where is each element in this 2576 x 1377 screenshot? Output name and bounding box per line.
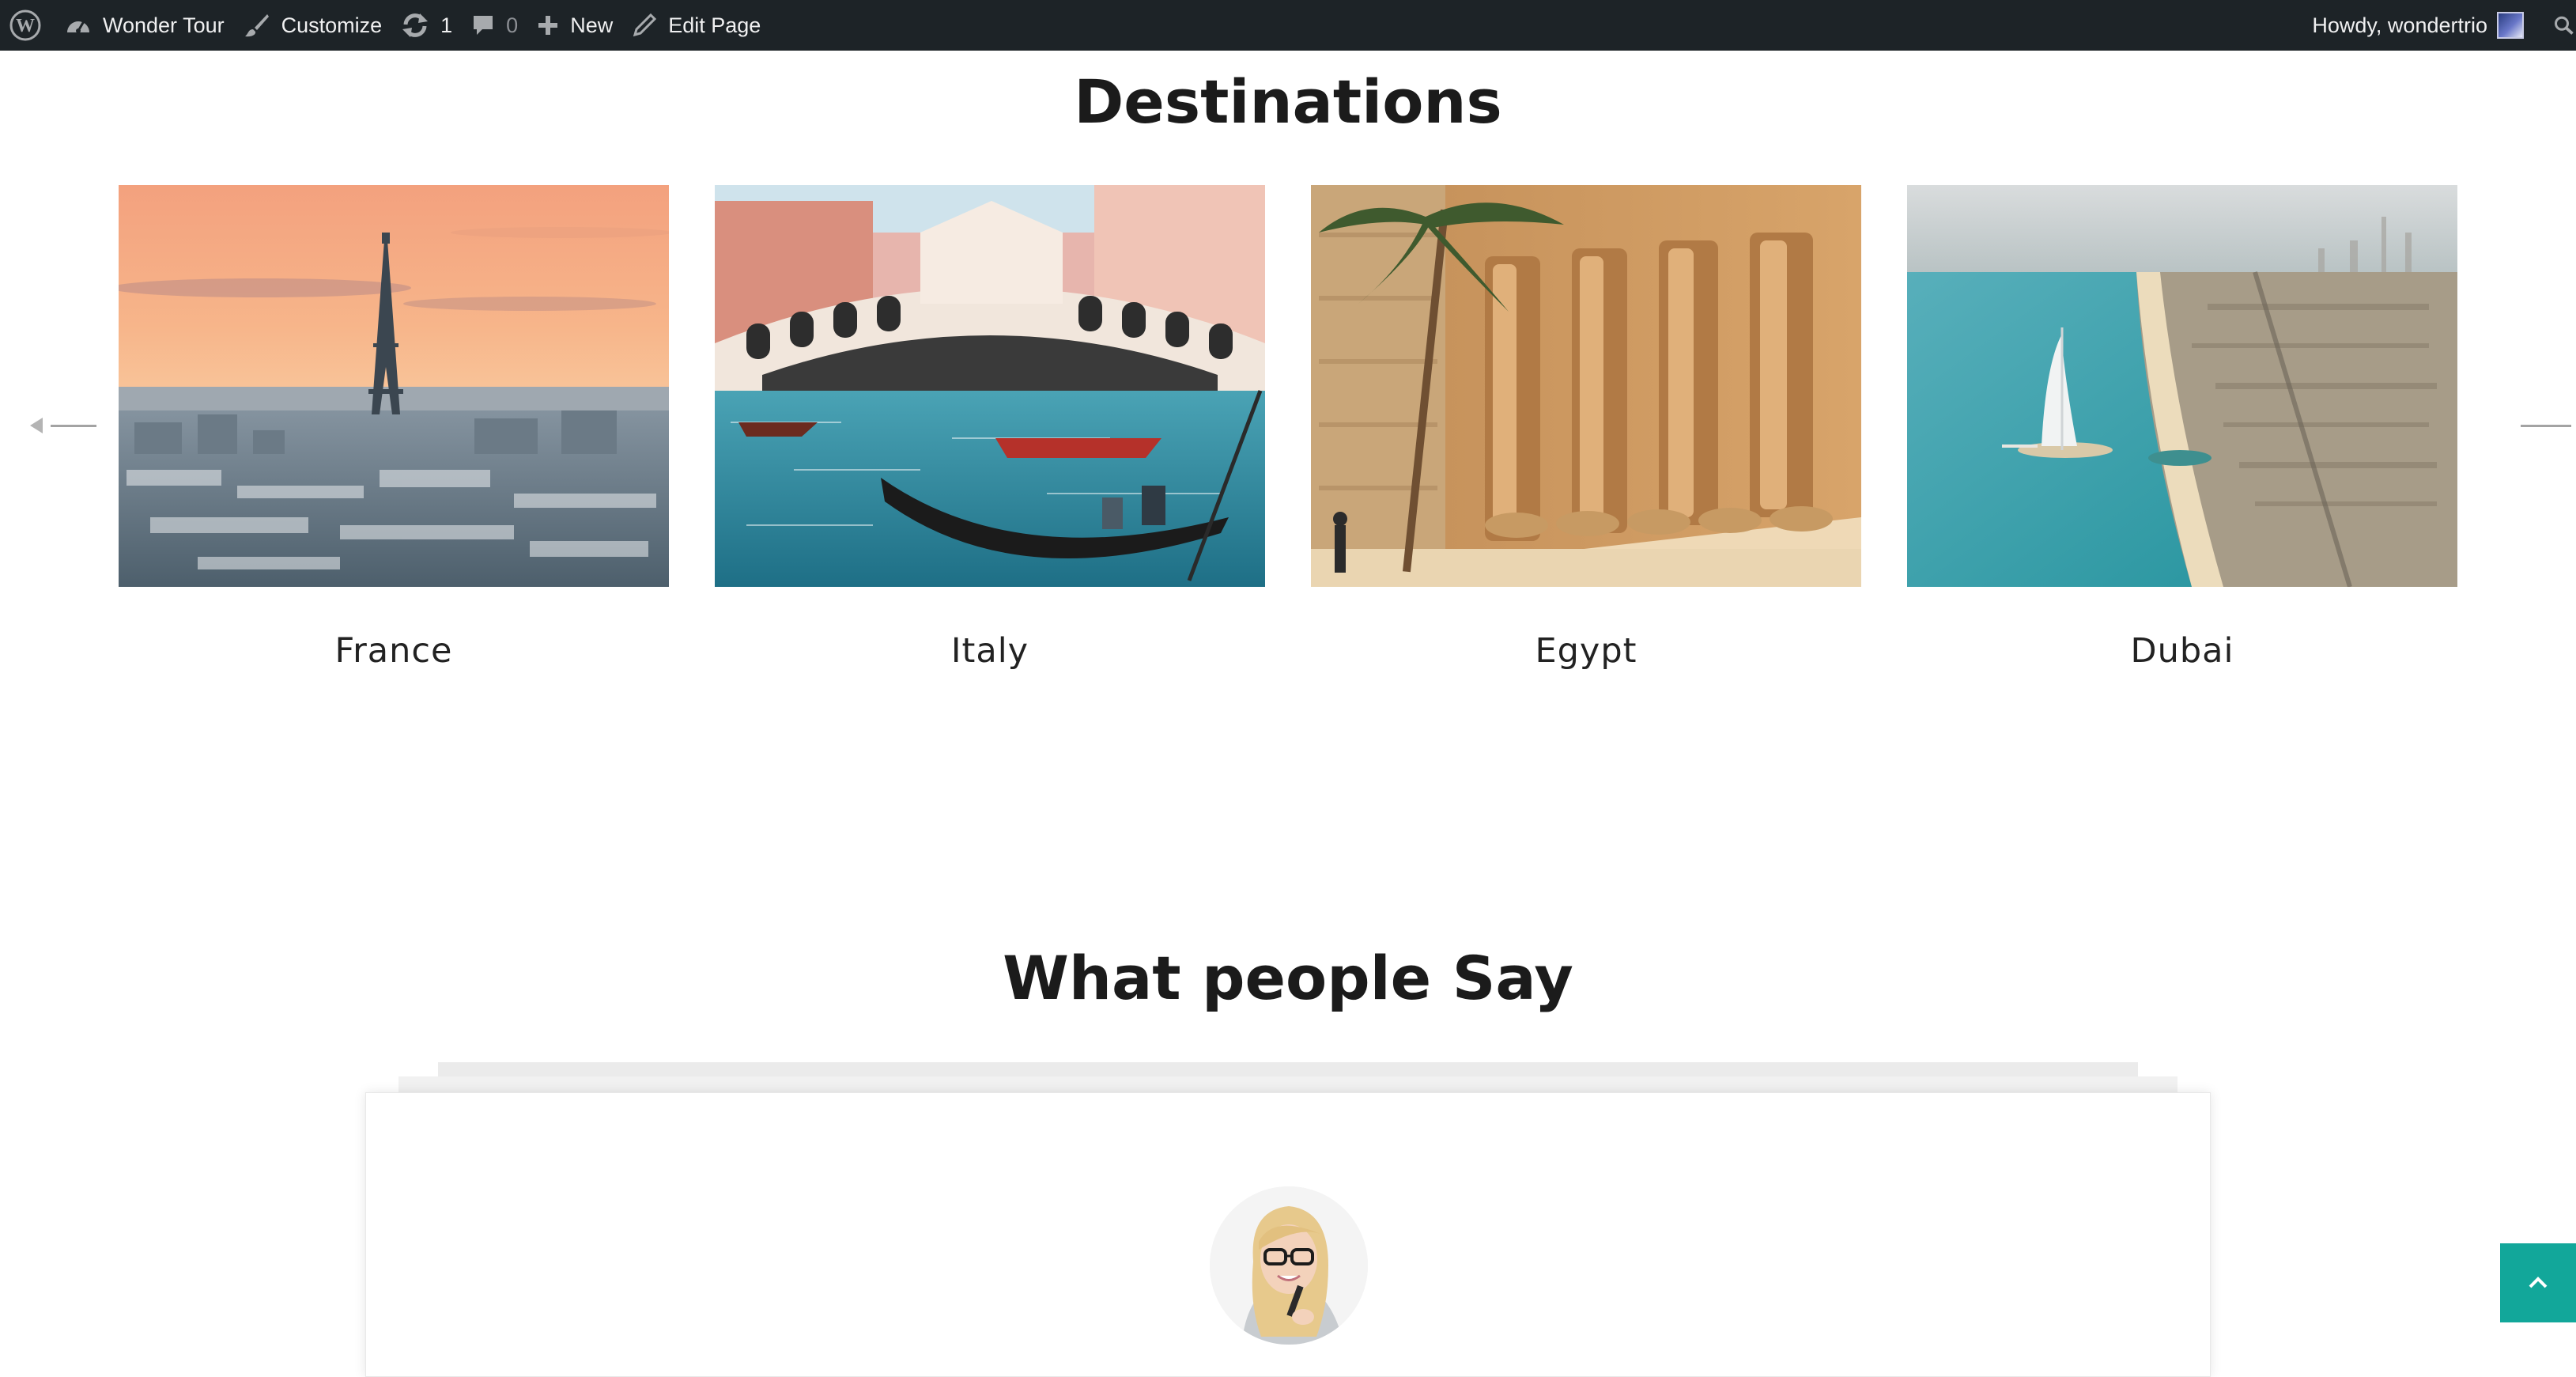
destinations-title: Destinations: [1074, 66, 1502, 137]
new-content-menu[interactable]: New: [527, 0, 622, 51]
destination-name[interactable]: France: [119, 631, 669, 671]
arrow-right-icon: [2521, 424, 2571, 427]
testimonials-title: What people Say: [1003, 943, 1573, 1013]
plus-icon: [538, 16, 558, 35]
testimonial-stack-middle: [398, 1076, 2178, 1092]
destination-name[interactable]: Italy: [715, 631, 1265, 671]
chevron-up-icon: [2529, 1277, 2548, 1288]
comment-icon: [474, 16, 493, 35]
comments-count: 0: [506, 13, 519, 37]
destination-image[interactable]: [1907, 185, 2457, 587]
destination-card-italy[interactable]: Italy: [715, 185, 1265, 671]
destination-name[interactable]: Egypt: [1311, 631, 1861, 671]
customize-menu[interactable]: Customize: [234, 0, 392, 51]
venice-photo: [715, 185, 1265, 587]
edit-page-menu[interactable]: Edit Page: [622, 0, 770, 51]
admin-bar: W Wonder Tour Customize 1 0 New Edit Pag…: [0, 0, 2576, 51]
updates-count: 1: [440, 13, 453, 37]
destination-image[interactable]: [119, 185, 669, 587]
wordpress-logo-icon: W: [9, 9, 41, 41]
karnak-photo: [1311, 185, 1861, 587]
dashboard-icon: [67, 21, 89, 33]
site-name-label: Wonder Tour: [103, 13, 225, 37]
destination-card-france[interactable]: France: [119, 185, 669, 671]
destination-image[interactable]: [1311, 185, 1861, 587]
admin-bar-secondary: Howdy, wondertrio: [2302, 0, 2576, 51]
greeting-label: Howdy, wondertrio: [2312, 13, 2487, 37]
destination-card-egypt[interactable]: Egypt: [1311, 185, 1861, 671]
svg-text:W: W: [16, 16, 35, 36]
search-menu[interactable]: [2533, 0, 2576, 51]
update-icon: [402, 13, 429, 37]
arrow-left-icon: [30, 418, 43, 433]
dubai-photo: [1907, 185, 2457, 587]
destination-card-dubai[interactable]: Dubai: [1907, 185, 2457, 671]
reviewer-photo: [1210, 1186, 1368, 1345]
carousel-prev-arrow[interactable]: [30, 411, 96, 440]
updates-menu[interactable]: 1: [391, 0, 462, 51]
customize-label: Customize: [281, 13, 383, 37]
destination-image[interactable]: [715, 185, 1265, 587]
wordpress-menu[interactable]: W: [0, 0, 55, 51]
paintbrush-icon: [244, 14, 269, 37]
testimonial-stack-back: [438, 1062, 2138, 1076]
pencil-icon: [633, 13, 657, 37]
edit-page-label: Edit Page: [668, 13, 761, 37]
scroll-to-top-button[interactable]: [2500, 1243, 2576, 1322]
paris-photo: [119, 185, 669, 587]
testimonial-avatar: [1210, 1186, 1368, 1345]
comments-menu[interactable]: 0: [462, 0, 527, 51]
destination-name[interactable]: Dubai: [1907, 631, 2457, 671]
site-name-menu[interactable]: Wonder Tour: [55, 0, 234, 51]
carousel-next-arrow[interactable]: [2521, 411, 2571, 440]
user-avatar: [2497, 12, 2524, 39]
new-label: New: [570, 13, 614, 37]
my-account-menu[interactable]: Howdy, wondertrio: [2302, 0, 2533, 51]
search-icon: [2555, 16, 2574, 35]
